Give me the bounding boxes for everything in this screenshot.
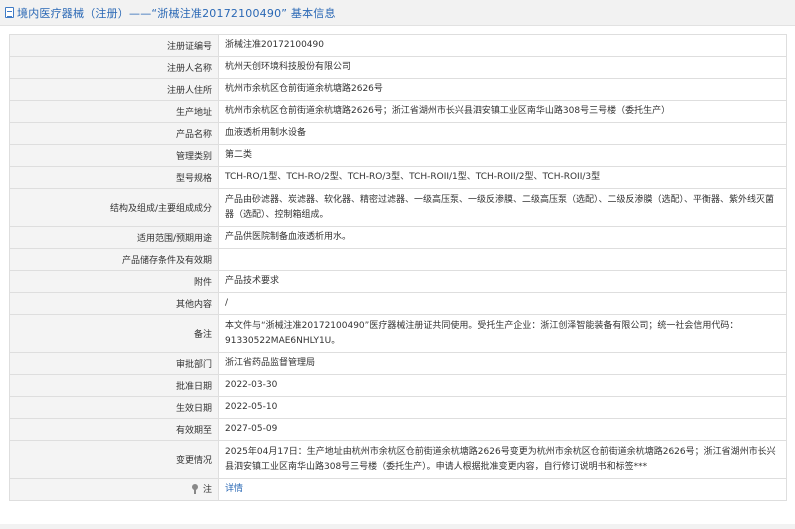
row-label: 适用范围/预期用途	[9, 226, 219, 249]
table-row: 生产地址 杭州市余杭区仓前街道余杭塘路2626号；浙江省湖州市长兴县泗安镇工业区…	[9, 100, 787, 123]
info-table: 注册证编号 浙械注准20172100490 注册人名称 杭州天创环境科技股份有限…	[9, 34, 787, 501]
row-value: 杭州市余杭区仓前街道余杭塘路2626号；浙江省湖州市长兴县泗安镇工业区南华山路3…	[218, 100, 787, 123]
row-value: TCH-RO/1型、TCH-RO/2型、TCH-RO/3型、TCH-ROII/1…	[218, 166, 787, 189]
row-value: 浙江省药品监督管理局	[218, 352, 787, 375]
row-value: 2022-03-30	[218, 374, 787, 397]
row-label: 审批部门	[9, 352, 219, 375]
row-label: 产品名称	[9, 122, 219, 145]
table-row: 批准日期 2022-03-30	[9, 374, 787, 397]
table-row: 审批部门 浙江省药品监督管理局	[9, 352, 787, 375]
row-value: 2025年04月17日：生产地址由杭州市余杭区仓前街道余杭塘路2626号变更为杭…	[218, 440, 787, 479]
row-label: 型号规格	[9, 166, 219, 189]
row-label: 注册证编号	[9, 34, 219, 57]
table-row: 产品名称 血液透析用制水设备	[9, 122, 787, 145]
table-row: 适用范围/预期用途 产品供医院制备血液透析用水。	[9, 226, 787, 249]
table-row: 变更情况 2025年04月17日：生产地址由杭州市余杭区仓前街道余杭塘路2626…	[9, 440, 787, 479]
row-label: 备注	[9, 314, 219, 353]
note-label: 注	[202, 485, 212, 496]
detail-link[interactable]: 详情	[225, 484, 243, 494]
row-value: 血液透析用制水设备	[218, 122, 787, 145]
table-row: 注册证编号 浙械注准20172100490	[9, 34, 787, 57]
note-row-value: 详情	[218, 478, 787, 501]
row-value: 2022-05-10	[218, 396, 787, 419]
note-row: 注 详情	[9, 478, 787, 501]
row-label: 变更情况	[9, 440, 219, 479]
row-label: 管理类别	[9, 144, 219, 167]
table-row: 附件 产品技术要求	[9, 270, 787, 293]
table-row: 管理类别 第二类	[9, 144, 787, 167]
row-value: 产品技术要求	[218, 270, 787, 293]
row-label: 生效日期	[9, 396, 219, 419]
row-value	[218, 248, 787, 271]
page-title: 境内医疗器械（注册）——“浙械注准20172100490” 基本信息	[17, 6, 336, 20]
row-value: 2027-05-09	[218, 418, 787, 441]
info-pin-icon	[191, 483, 200, 494]
table-row: 其他内容 /	[9, 292, 787, 315]
bottom-bar	[0, 524, 795, 529]
table-row: 产品储存条件及有效期	[9, 248, 787, 271]
row-value: 杭州市余杭区仓前街道余杭塘路2626号	[218, 78, 787, 101]
row-value: 产品供医院制备血液透析用水。	[218, 226, 787, 249]
row-value: 第二类	[218, 144, 787, 167]
row-value: 浙械注准20172100490	[218, 34, 787, 57]
table-row: 型号规格 TCH-RO/1型、TCH-RO/2型、TCH-RO/3型、TCH-R…	[9, 166, 787, 189]
row-value: 本文件与“浙械注准20172100490”医疗器械注册证共同使用。受托生产企业：…	[218, 314, 787, 353]
row-label: 产品储存条件及有效期	[9, 248, 219, 271]
table-row: 注册人名称 杭州天创环境科技股份有限公司	[9, 56, 787, 79]
table-row: 备注 本文件与“浙械注准20172100490”医疗器械注册证共同使用。受托生产…	[9, 314, 787, 353]
row-label: 附件	[9, 270, 219, 293]
row-label: 生产地址	[9, 100, 219, 123]
table-row: 注册人住所 杭州市余杭区仓前街道余杭塘路2626号	[9, 78, 787, 101]
table-row: 结构及组成/主要组成成分 产品由砂滤器、炭滤器、软化器、精密过滤器、一级高压泵、…	[9, 188, 787, 227]
row-value: 杭州天创环境科技股份有限公司	[218, 56, 787, 79]
table-row: 生效日期 2022-05-10	[9, 396, 787, 419]
note-row-label: 注	[9, 478, 219, 501]
row-value: /	[218, 292, 787, 315]
row-label: 注册人名称	[9, 56, 219, 79]
document-icon	[5, 7, 14, 18]
row-label: 其他内容	[9, 292, 219, 315]
row-label: 批准日期	[9, 374, 219, 397]
row-label: 注册人住所	[9, 78, 219, 101]
row-label: 有效期至	[9, 418, 219, 441]
table-row: 有效期至 2027-05-09	[9, 418, 787, 441]
row-value: 产品由砂滤器、炭滤器、软化器、精密过滤器、一级高压泵、一级反渗膜、二级高压泵（选…	[218, 188, 787, 227]
row-label: 结构及组成/主要组成成分	[9, 188, 219, 227]
page-header: 境内医疗器械（注册）——“浙械注准20172100490” 基本信息	[0, 0, 795, 26]
